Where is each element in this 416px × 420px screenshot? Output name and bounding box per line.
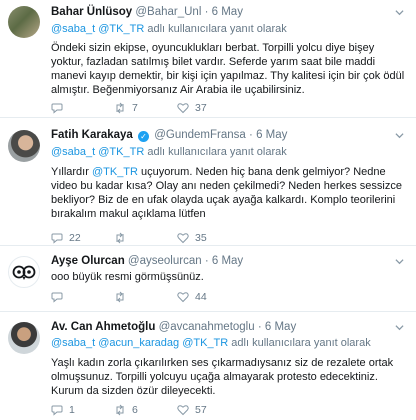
tweet-actions: 1 6 57	[51, 404, 351, 418]
tweet-actions: 44	[51, 291, 351, 305]
reply-icon	[51, 233, 63, 244]
reply-button[interactable]	[51, 291, 69, 303]
tweet-text: Öndeki sizin ekipse, oyuncuklukları berb…	[51, 42, 405, 96]
avatar[interactable]	[8, 322, 40, 354]
retweet-button[interactable]	[114, 291, 132, 303]
tweet-text: ooo büyük resmi görmüşsünüz.	[51, 271, 204, 283]
chevron-down-icon[interactable]	[395, 323, 404, 332]
retweet-icon	[116, 291, 124, 303]
heart-icon	[177, 233, 189, 244]
owl-logo-icon	[12, 265, 36, 280]
like-count: 35	[195, 232, 207, 244]
mention-link[interactable]: @acun_karadag	[98, 337, 179, 349]
reply-context: @saba_t @TK_TR adlı kullanıcılara yanıt …	[51, 146, 287, 158]
tweet-4[interactable]: Av. Can Ahmetoğlu @avcanahmetoglu · 6 Ma…	[0, 312, 416, 420]
author-handle[interactable]: @GundemFransa	[154, 129, 246, 141]
tweet-header: Fatih Karakaya ✓ @GundemFransa · 6 May	[51, 129, 287, 142]
reply-count: 1	[69, 404, 75, 416]
tweet-3[interactable]: Ayşe Olurcan @ayseolurcan · 6 May ooo bü…	[0, 246, 416, 312]
chevron-down-icon[interactable]	[395, 131, 404, 140]
tweet-header: Ayşe Olurcan @ayseolurcan · 6 May	[51, 255, 243, 267]
reply-suffix: adlı kullanıcılara yanıt olarak	[147, 23, 287, 35]
author-handle[interactable]: @ayseolurcan	[128, 255, 202, 267]
like-button[interactable]: 44	[177, 291, 207, 303]
reply-count: 22	[69, 232, 81, 244]
author-name[interactable]: Av. Can Ahmetoğlu	[51, 321, 155, 333]
reply-icon	[51, 292, 63, 303]
avatar[interactable]	[8, 6, 40, 38]
reply-button[interactable]	[51, 102, 69, 114]
like-button[interactable]: 57	[177, 404, 207, 416]
avatar[interactable]	[8, 130, 40, 162]
chevron-down-icon[interactable]	[395, 8, 404, 17]
like-count: 44	[195, 291, 207, 303]
reply-icon	[51, 103, 63, 114]
retweet-button[interactable]: 6	[114, 404, 138, 416]
mention-link[interactable]: @saba_t	[51, 337, 95, 349]
like-button[interactable]: 37	[177, 102, 207, 114]
reply-context: @saba_t @TK_TR adlı kullanıcılara yanıt …	[51, 23, 287, 35]
reply-context: @saba_t @acun_karadag @TK_TR adlı kullan…	[51, 337, 371, 349]
reply-button[interactable]: 22	[51, 232, 81, 244]
retweet-count: 6	[132, 404, 138, 416]
author-handle[interactable]: @Bahar_Unl	[135, 6, 201, 18]
timestamp[interactable]: 6 May	[256, 129, 287, 141]
tweet-text-prefix: Yıllardır	[51, 166, 92, 178]
heart-icon	[177, 292, 189, 303]
retweet-button[interactable]	[114, 232, 132, 244]
mention-link[interactable]: @TK_TR	[98, 23, 144, 35]
chevron-down-icon[interactable]	[395, 257, 404, 266]
retweet-count: 7	[132, 102, 138, 114]
separator: ·	[204, 255, 209, 267]
reply-suffix: adlı kullanıcılara yanıt olarak	[231, 337, 371, 349]
tweet-2[interactable]: Fatih Karakaya ✓ @GundemFransa · 6 May @…	[0, 118, 416, 246]
mention-link[interactable]: @saba_t	[51, 146, 95, 158]
retweet-button[interactable]: 7	[114, 102, 138, 114]
timestamp[interactable]: 6 May	[212, 6, 243, 18]
reply-suffix: adlı kullanıcılara yanıt olarak	[147, 146, 287, 158]
heart-icon	[177, 405, 189, 416]
tweet-text: Yaşlı kadın zorla çıkarılırken ses çıkar…	[51, 357, 394, 397]
like-count: 37	[195, 102, 207, 114]
mention-link[interactable]: @saba_t	[51, 23, 95, 35]
mention-link[interactable]: @TK_TR	[92, 166, 138, 178]
reply-button[interactable]: 1	[51, 404, 75, 416]
timestamp[interactable]: 6 May	[265, 321, 296, 333]
avatar[interactable]	[8, 256, 40, 288]
like-count: 57	[195, 404, 207, 416]
retweet-icon	[116, 232, 124, 244]
author-name[interactable]: Bahar Ünlüsoy	[51, 6, 132, 18]
like-button[interactable]: 35	[177, 232, 207, 244]
tweet-1[interactable]: Bahar Ünlüsoy @Bahar_Unl · 6 May @saba_t…	[0, 0, 416, 118]
author-handle[interactable]: @avcanahmetoglu	[159, 321, 255, 333]
reply-icon	[51, 405, 63, 416]
tweet-actions: 7 37	[51, 102, 351, 116]
author-name[interactable]: Fatih Karakaya	[51, 129, 133, 141]
mention-link[interactable]: @TK_TR	[98, 146, 144, 158]
tweet-header: Av. Can Ahmetoğlu @avcanahmetoglu · 6 Ma…	[51, 321, 296, 333]
tweet-header: Bahar Ünlüsoy @Bahar_Unl · 6 May	[51, 6, 243, 18]
separator: ·	[257, 321, 262, 333]
heart-icon	[177, 103, 189, 114]
retweet-icon	[116, 404, 124, 416]
separator: ·	[249, 129, 253, 141]
author-name[interactable]: Ayşe Olurcan	[51, 255, 125, 267]
verified-badge-icon: ✓	[138, 131, 150, 142]
retweet-icon	[116, 102, 124, 114]
mention-link[interactable]: @TK_TR	[182, 337, 228, 349]
separator: ·	[204, 6, 209, 18]
tweet-text: Yıllardır @TK_TR uçuyorum. Neden hiç ban…	[51, 165, 407, 221]
tweet-actions: 22 35	[51, 232, 351, 246]
timestamp[interactable]: 6 May	[212, 255, 243, 267]
